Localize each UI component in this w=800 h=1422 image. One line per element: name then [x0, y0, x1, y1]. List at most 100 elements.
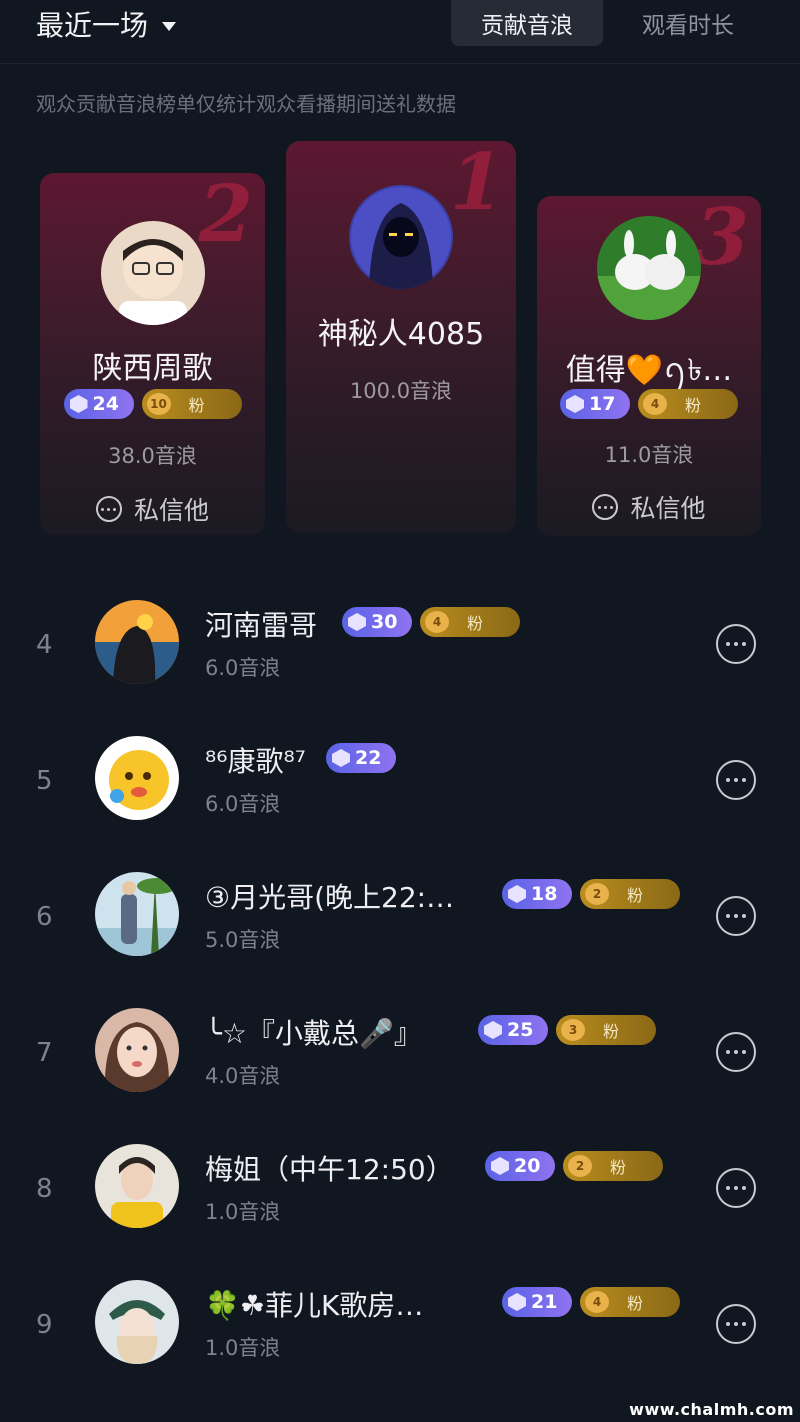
- top-bar: 最近一场 贡献音浪 观看时长: [0, 0, 800, 64]
- gem-icon: [566, 395, 584, 413]
- rank-number: 2: [198, 173, 253, 260]
- chat-button[interactable]: [716, 1304, 756, 1344]
- contribution-amount: 6.0音浪: [205, 656, 281, 680]
- badge-group: 25 3粉: [478, 1015, 656, 1045]
- podium-card-3[interactable]: 3 值得🧡ꪆ৳… 17 4粉 11.0音浪 私信他: [537, 196, 761, 536]
- heart-icon: 10: [146, 393, 171, 415]
- username: 陕西周歌: [92, 351, 213, 386]
- level-badge: 25: [478, 1015, 548, 1045]
- level-badge: 17: [560, 389, 630, 419]
- gem-icon: [69, 395, 88, 413]
- fan-badge: 4粉: [638, 389, 738, 419]
- avatar[interactable]: [95, 1008, 179, 1092]
- heart-icon: 4: [643, 393, 667, 415]
- list-item[interactable]: 9 🍀☘菲儿K歌房… 21 4粉 1.0音浪: [0, 1280, 800, 1400]
- level-badge: 20: [485, 1151, 555, 1181]
- rank-number: 8: [36, 1174, 53, 1204]
- fan-badge: 4粉: [580, 1287, 680, 1317]
- rank-number: 5: [36, 766, 53, 796]
- heart-icon: 4: [585, 1291, 609, 1313]
- list-item[interactable]: 8 梅姐（中午12:50） 20 2粉 1.0音浪: [0, 1144, 800, 1264]
- gem-icon: [332, 749, 350, 767]
- badge-group: 18 2粉: [502, 879, 680, 909]
- gem-icon: [508, 885, 526, 903]
- fan-badge: 2粉: [580, 879, 680, 909]
- list-item[interactable]: 6 ③月光哥(晚上22:… 18 2粉 5.0音浪: [0, 872, 800, 992]
- username: ③月光哥(晚上22:…: [205, 881, 455, 914]
- username: ╰☆『小戴总🎤』: [205, 1017, 422, 1050]
- badge-group: 21 4粉: [502, 1287, 680, 1317]
- username: 神秘人4085: [317, 317, 485, 352]
- level-badge: 24: [63, 389, 134, 419]
- level-badge: 22: [326, 743, 396, 773]
- chat-button[interactable]: [716, 1168, 756, 1208]
- caret-down-icon: [162, 21, 177, 31]
- username: 🍀☘菲儿K歌房…: [205, 1289, 424, 1322]
- avatar[interactable]: [100, 221, 205, 325]
- badge-group: 17 4粉: [537, 389, 761, 419]
- badge-group: 20 2粉: [485, 1151, 663, 1181]
- message-button[interactable]: 私信他: [537, 489, 761, 525]
- badge-group: 30 4粉: [342, 607, 520, 637]
- message-label: 私信他: [630, 494, 706, 523]
- chat-bubble-icon: [592, 494, 619, 520]
- level-badge: 30: [342, 607, 412, 637]
- heart-icon: 2: [585, 883, 609, 905]
- rank-number: 7: [36, 1038, 53, 1068]
- contribution-amount: 4.0音浪: [205, 1064, 281, 1088]
- rank-number: 9: [36, 1310, 53, 1340]
- badge-group: 24 10 粉: [40, 389, 265, 419]
- heart-icon: 2: [568, 1155, 592, 1177]
- list-item[interactable]: 5 ⁸⁶康歌⁸⁷ 22 6.0音浪: [0, 736, 800, 856]
- avatar[interactable]: [95, 736, 179, 820]
- chat-button[interactable]: [716, 1032, 756, 1072]
- rank-number: 6: [36, 902, 53, 932]
- contribution-amount: 1.0音浪: [205, 1200, 281, 1224]
- list-item[interactable]: 7 ╰☆『小戴总🎤』 25 3粉 4.0音浪: [0, 1008, 800, 1128]
- rank-number: 3: [694, 196, 749, 283]
- rank-number: 1: [449, 141, 504, 228]
- fan-badge: 10 粉: [141, 389, 242, 419]
- heart-icon: 3: [561, 1019, 585, 1041]
- gem-icon: [491, 1157, 509, 1175]
- chat-bubble-icon: [95, 496, 122, 522]
- contribution-amount: 11.0音浪: [604, 443, 694, 467]
- tab-watch-time[interactable]: 观看时长: [612, 0, 764, 46]
- avatar[interactable]: [349, 185, 453, 289]
- message-button[interactable]: 私信他: [40, 491, 265, 527]
- chat-button[interactable]: [716, 760, 756, 800]
- avatar[interactable]: [95, 600, 179, 684]
- chat-button[interactable]: [716, 624, 756, 664]
- username: 河南雷哥: [205, 609, 318, 642]
- avatar[interactable]: [95, 1280, 179, 1364]
- badge-group: 22: [326, 743, 396, 773]
- chat-button[interactable]: [716, 896, 756, 936]
- fan-badge: 3粉: [556, 1015, 656, 1045]
- contribution-amount: 6.0音浪: [205, 792, 281, 816]
- podium-card-2[interactable]: 2 陕西周歌 24 10 粉 38.0音浪 私信他: [40, 173, 265, 535]
- avatar[interactable]: [95, 872, 179, 956]
- username: 梅姐（中午12:50）: [205, 1153, 454, 1186]
- fan-badge: 4粉: [420, 607, 520, 637]
- message-label: 私信他: [133, 496, 209, 525]
- list-item[interactable]: 4 河南雷哥 30 4粉 6.0音浪: [0, 600, 800, 720]
- fan-badge: 2粉: [563, 1151, 663, 1181]
- watermark: www.chalmh.com: [629, 1400, 794, 1419]
- tab-contribution[interactable]: 贡献音浪: [451, 0, 603, 46]
- contribution-amount: 5.0音浪: [205, 928, 281, 952]
- avatar[interactable]: [597, 216, 701, 320]
- period-dropdown[interactable]: 最近一场: [36, 4, 177, 44]
- username: ⁸⁶康歌⁸⁷: [205, 745, 306, 778]
- gem-icon: [348, 613, 366, 631]
- level-badge: 21: [502, 1287, 572, 1317]
- gem-icon: [484, 1021, 502, 1039]
- avatar[interactable]: [95, 1144, 179, 1228]
- rank-number: 4: [36, 630, 53, 660]
- contribution-amount: 38.0音浪: [108, 444, 197, 468]
- level-badge: 18: [502, 879, 572, 909]
- ranking-notice: 观众贡献音浪榜单仅统计观众看播期间送礼数据: [36, 92, 456, 116]
- podium-card-1[interactable]: 1 神秘人4085 100.0音浪: [286, 141, 516, 533]
- contribution-amount: 1.0音浪: [205, 1336, 281, 1360]
- period-label: 最近一场: [36, 9, 149, 42]
- gem-icon: [508, 1293, 526, 1311]
